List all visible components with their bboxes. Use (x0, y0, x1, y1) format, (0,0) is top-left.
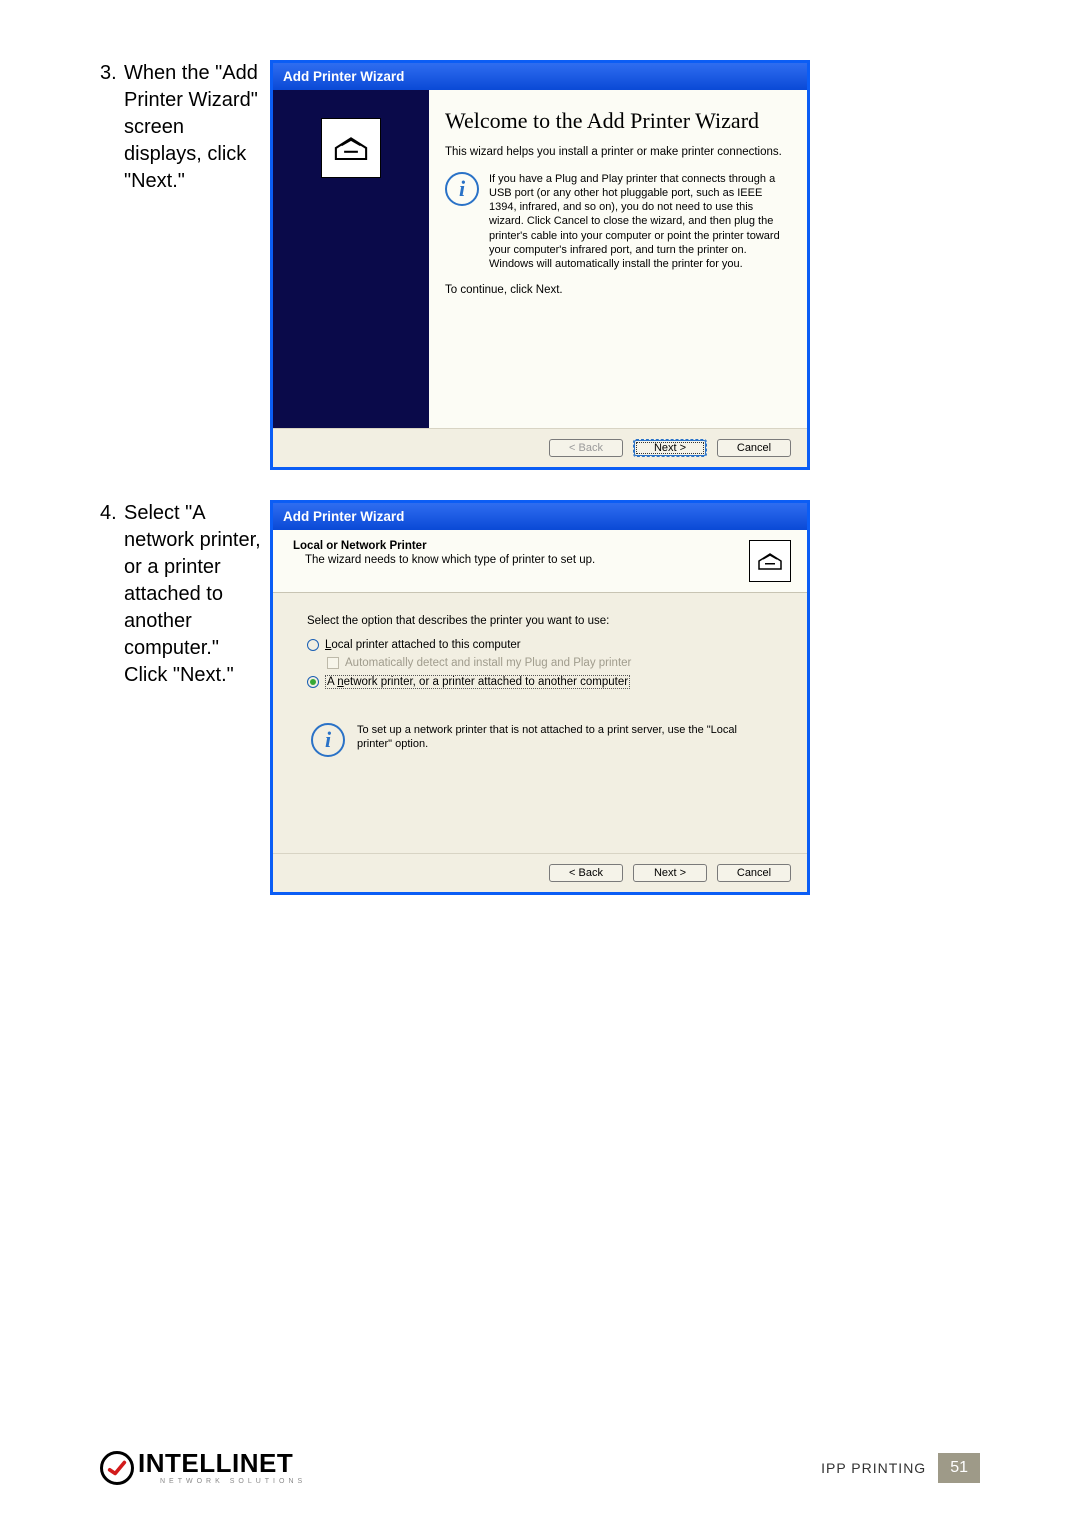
cancel-button[interactable]: Cancel (717, 864, 791, 882)
back-button: < Back (549, 439, 623, 457)
wizard2-header-sub: The wizard needs to know which type of p… (293, 554, 739, 566)
radio-icon (307, 676, 319, 688)
footer-section: IPP PRINTING (821, 1460, 926, 1476)
wizard1-button-bar: < Back Next > Cancel (273, 428, 807, 467)
wizard-local-network: Add Printer Wizard Local or Network Prin… (270, 500, 810, 895)
radio-local-printer[interactable]: Local printer attached to this computer (307, 639, 773, 651)
back-button[interactable]: < Back (549, 864, 623, 882)
checkbox-icon (327, 657, 339, 669)
wizard2-header: Local or Network Printer The wizard need… (273, 530, 807, 593)
brand-tagline: NETWORK SOLUTIONS (138, 1478, 306, 1485)
brand-logo: INTELLINET NETWORK SOLUTIONS (100, 1450, 306, 1485)
printer-icon (321, 118, 381, 178)
step-3-row: 3. When the "Add Printer Wizard" screen … (100, 60, 980, 470)
info-icon: i (445, 172, 479, 206)
step-4-row: 4. Select "A network printer, or a print… (100, 500, 980, 895)
wizard2-titlebar: Add Printer Wizard (273, 503, 807, 530)
next-button[interactable]: Next > (633, 439, 707, 457)
step-3-number: 3. (100, 60, 124, 195)
wizard1-continue: To continue, click Next. (445, 283, 791, 298)
step-4-text: 4. Select "A network printer, or a print… (100, 500, 270, 689)
radio-icon (307, 639, 319, 651)
wizard2-info: To set up a network printer that is not … (357, 723, 773, 751)
step-3-text: 3. When the "Add Printer Wizard" screen … (100, 60, 270, 195)
page-footer: INTELLINET NETWORK SOLUTIONS IPP PRINTIN… (100, 1450, 980, 1485)
wizard1-sidebar (273, 90, 429, 428)
checkbox-autodetect: Automatically detect and install my Plug… (307, 657, 773, 669)
page-number: 51 (938, 1453, 980, 1483)
step-4-number: 4. (100, 500, 124, 689)
printer-icon (749, 540, 791, 582)
step-4-body: Select "A network printer, or a printer … (124, 500, 264, 689)
logo-mark-icon (100, 1451, 134, 1485)
step-3-body: When the "Add Printer Wizard" screen dis… (124, 60, 264, 195)
cancel-button[interactable]: Cancel (717, 439, 791, 457)
wizard1-heading: Welcome to the Add Printer Wizard (445, 108, 791, 133)
brand-name: INTELLINET (138, 1450, 306, 1476)
wizard1-info: If you have a Plug and Play printer that… (489, 172, 791, 271)
wizard1-titlebar: Add Printer Wizard (273, 63, 807, 90)
wizard2-prompt: Select the option that describes the pri… (307, 615, 773, 627)
wizard-welcome: Add Printer Wizard Welcome to the Add Pr… (270, 60, 810, 470)
wizard2-header-title: Local or Network Printer (293, 540, 739, 552)
info-icon: i (311, 723, 345, 757)
wizard2-button-bar: < Back Next > Cancel (273, 853, 807, 892)
next-button[interactable]: Next > (633, 864, 707, 882)
radio-network-printer[interactable]: A network printer, or a printer attached… (307, 675, 773, 689)
wizard1-intro: This wizard helps you install a printer … (445, 145, 791, 160)
